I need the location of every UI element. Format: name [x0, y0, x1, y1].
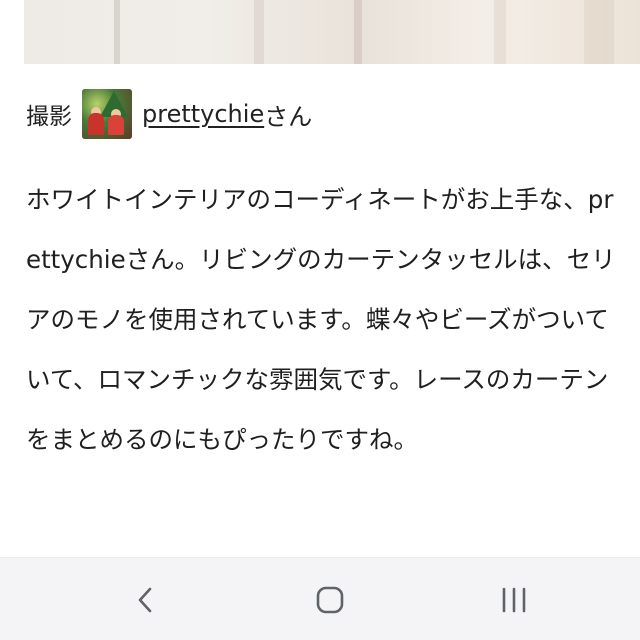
- back-icon: [138, 587, 152, 613]
- avatar-figure: [108, 115, 124, 135]
- back-button[interactable]: [116, 580, 176, 620]
- credit-label: 撮影: [26, 104, 72, 130]
- article-photo: [24, 0, 640, 64]
- home-button[interactable]: [300, 580, 360, 620]
- recent-apps-icon: [502, 587, 526, 613]
- curtain-fold: [254, 0, 264, 64]
- username-link[interactable]: prettychie: [142, 100, 264, 128]
- screen: 撮影 prettychie さん ホワイトインテリアのコーディネートがお上手な、…: [0, 0, 640, 640]
- home-icon: [316, 586, 344, 614]
- curtain-fold: [354, 0, 362, 64]
- username-suffix: さん: [264, 102, 313, 131]
- android-navigation-bar: [0, 557, 640, 640]
- curtain-fold: [494, 0, 506, 64]
- recent-apps-button[interactable]: [484, 580, 544, 620]
- avatar-figure: [88, 113, 104, 135]
- photo-credit: 撮影 prettychie さん: [26, 86, 312, 142]
- curtain-fold: [114, 0, 120, 64]
- article-paragraph: ホワイトインテリアのコーディネートがお上手な、prettychieさん。リビング…: [26, 185, 616, 454]
- curtain-fold: [584, 0, 614, 64]
- user-avatar[interactable]: [82, 89, 132, 139]
